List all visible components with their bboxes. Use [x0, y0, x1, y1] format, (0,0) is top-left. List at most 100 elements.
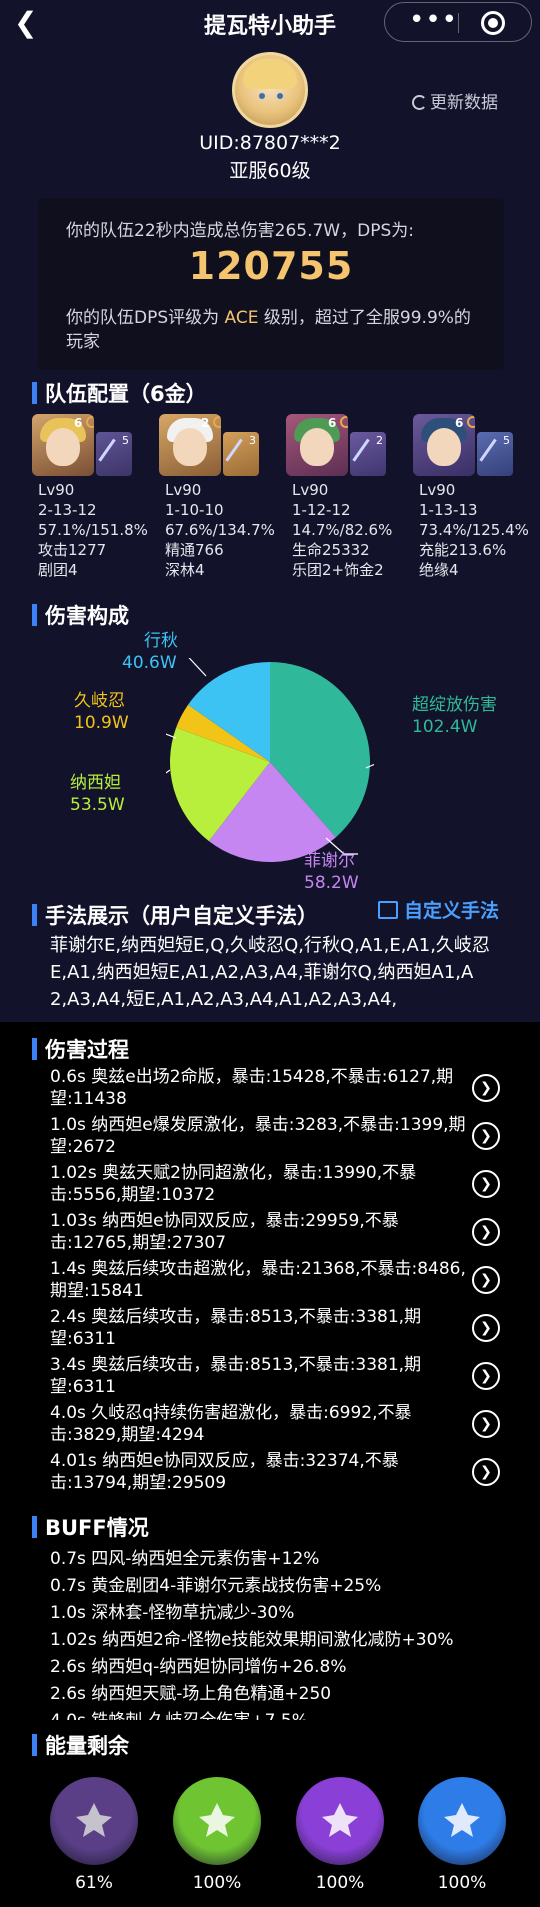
top-nav-bar: ❮ 提瓦特小助手 •••: [0, 0, 540, 44]
refresh-label: 更新数据: [430, 93, 498, 113]
member-crit: 67.6%/134.7%: [165, 521, 275, 539]
mini-program-capsule: •••: [384, 2, 532, 42]
burst-glyph: [199, 1803, 235, 1837]
buff-row: 1.02s 纳西妲2命-怪物e技能效果期间激化减防+30%: [50, 1630, 454, 1650]
member-level: Lv90: [419, 481, 456, 499]
team-section-header: 队伍配置（6金）: [32, 378, 207, 408]
pie-slice-name: 超绽放伤害: [412, 695, 497, 715]
process-row: 1.0s 纳西妲e爆发原激化，暴击:3283,不暴击:1399,期望:2672: [50, 1115, 466, 1157]
chevron-right-circle-icon[interactable]: ❯: [472, 1362, 500, 1390]
energy-section-header: 能量剩余: [32, 1730, 129, 1760]
member-stats: Lv90 2-13-12 57.1%/151.8% 攻击1277 剧团4: [38, 480, 148, 580]
buff-list: 0.7s 四风-纳西妲全元素伤害+12% 0.7s 黄金剧团4-菲谢尔元素战技伤害…: [0, 1544, 540, 1720]
pie-leader-line: [166, 769, 171, 774]
avatar: [232, 52, 308, 128]
damage-pie-chart: [166, 658, 374, 863]
member-main-stat: 充能213.6%: [419, 541, 507, 559]
process-row: 1.4s 奥兹后续攻击超激化，暴击:21368,不暴击:8486,期望:1584…: [50, 1259, 466, 1301]
custom-technique-button[interactable]: 自定义手法: [378, 896, 499, 923]
team-member-card[interactable]: 6 5 Lv90 2-13-12 57.1%/151.8% 攻击1277 剧团4: [32, 414, 150, 584]
character-portrait: 6: [32, 414, 94, 476]
chevron-right-circle-icon[interactable]: ❯: [472, 1410, 500, 1438]
refresh-data-button[interactable]: 更新数据: [412, 88, 498, 113]
chevron-right-circle-icon[interactable]: ❯: [472, 1170, 500, 1198]
energy-percent: 100%: [315, 1873, 365, 1893]
member-crit: 14.7%/82.6%: [292, 521, 393, 539]
constellation-count: 6: [74, 416, 83, 430]
member-talents: 1-10-10: [165, 501, 224, 519]
pie-slice-value: 58.2W: [304, 873, 359, 893]
face: [46, 428, 80, 466]
buff-row: 2.6s 纳西妲天赋-场上角色精通+250: [50, 1684, 332, 1704]
pie-slice-name: 纳西妲: [70, 773, 121, 793]
member-main-stat: 生命25332: [292, 541, 370, 559]
record-icon[interactable]: [481, 11, 505, 35]
pie-slice-value: 40.6W: [122, 653, 177, 673]
pie-label-fischl: 菲谢尔 58.2W: [304, 850, 359, 894]
team-member-card[interactable]: 6 2 Lv90 1-12-12 14.7%/82.6% 生命25332 乐团2+饰金2: [286, 414, 404, 584]
server-level-text: 亚服60级: [229, 160, 311, 182]
custom-technique-label: 自定义手法: [404, 900, 500, 922]
constellation-icon: [86, 416, 94, 428]
member-level: Lv90: [292, 481, 329, 499]
rating-badge: ACE: [224, 308, 259, 328]
chevron-right-circle-icon[interactable]: ❯: [472, 1074, 500, 1102]
team-member-card[interactable]: 2 3 Lv90 1-10-10 67.6%/134.7% 精通766 深林4: [159, 414, 277, 584]
character-portrait: 6: [286, 414, 348, 476]
character-portrait: 6: [413, 414, 475, 476]
weapon-icon: 5: [96, 432, 132, 476]
buff-section-header: BUFF情况: [32, 1512, 149, 1542]
member-artifact-set: 深林4: [165, 561, 205, 579]
constellation-icon: [340, 416, 348, 428]
member-talents: 2-13-12: [38, 501, 97, 519]
technique-sequence-text: 菲谢尔E,纳西妲短E,Q,久岐忍Q,行秋Q,A1,E,A1,久岐忍E,A1,纳西…: [50, 935, 490, 1010]
constellation-count: 6: [455, 416, 464, 430]
chevron-right-circle-icon[interactable]: ❯: [472, 1218, 500, 1246]
buff-row: 0.7s 黄金剧团4-菲谢尔元素战技伤害+25%: [50, 1576, 382, 1596]
constellation-count: 2: [201, 416, 210, 430]
process-row: 2.4s 奥兹后续攻击，暴击:8513,不暴击:3381,期望:6311: [50, 1307, 422, 1349]
face: [427, 428, 461, 466]
dps-value: 120755: [188, 244, 354, 288]
uid-text: UID:87807***2: [199, 132, 341, 154]
capsule-divider: [458, 13, 459, 33]
buff-row: 1.0s 深林套-怪物草抗减少-30%: [50, 1603, 295, 1623]
pie-label-superbloom: 超绽放伤害 102.4W: [412, 694, 497, 738]
member-crit: 57.1%/151.8%: [38, 521, 148, 539]
weapon-icon: 5: [477, 432, 513, 476]
more-dots-icon[interactable]: •••: [409, 5, 458, 35]
member-stats: Lv90 1-10-10 67.6%/134.7% 精通766 深林4: [165, 480, 275, 580]
energy-percent: 100%: [192, 1873, 242, 1893]
team-member-card[interactable]: 6 5 Lv90 1-13-13 73.4%/125.4% 充能213.6% 绝缘4: [413, 414, 531, 584]
member-artifact-set: 绝缘4: [419, 561, 459, 579]
member-artifact-set: 乐团2+饰金2: [292, 561, 384, 579]
pie-leader-line: [188, 658, 207, 677]
process-section-header: 伤害过程: [32, 1034, 129, 1064]
constellation-icon: [467, 416, 475, 428]
constellation-icon: [213, 416, 221, 428]
total-damage-text: 你的队伍22秒内造成总伤害265.7W，DPS为:: [66, 221, 414, 241]
energy-percent: 100%: [437, 1873, 487, 1893]
pie-slice-value: 102.4W: [412, 717, 478, 737]
process-row: 3.4s 奥兹后续攻击，暴击:8513,不暴击:3381,期望:6311: [50, 1355, 422, 1397]
face: [173, 428, 207, 466]
burst-glyph: [76, 1803, 112, 1837]
damage-section-header: 伤害构成: [32, 600, 129, 630]
chevron-right-circle-icon[interactable]: ❯: [472, 1314, 500, 1342]
member-stats: Lv90 1-13-13 73.4%/125.4% 充能213.6% 绝缘4: [419, 480, 529, 580]
member-level: Lv90: [165, 481, 202, 499]
burst-glyph: [322, 1803, 358, 1837]
process-row: 1.02s 奥兹天赋2协同超激化，暴击:13990,不暴击:5556,期望:10…: [50, 1163, 417, 1205]
pie-label-kuki: 久岐忍 10.9W: [74, 690, 129, 734]
member-artifact-set: 剧团4: [38, 561, 78, 579]
pie-slice-name: 行秋: [144, 631, 178, 651]
member-level: Lv90: [38, 481, 75, 499]
constellation-count: 6: [328, 416, 337, 430]
member-main-stat: 攻击1277: [38, 541, 107, 559]
chevron-right-circle-icon[interactable]: ❯: [472, 1458, 500, 1486]
chevron-right-circle-icon[interactable]: ❯: [472, 1122, 500, 1150]
member-crit: 73.4%/125.4%: [419, 521, 529, 539]
buff-row: 4.0s 铁蜂刺-久岐忍全伤害+7.5%: [50, 1706, 308, 1720]
refresh-icon: [412, 95, 427, 110]
chevron-right-circle-icon[interactable]: ❯: [472, 1266, 500, 1294]
